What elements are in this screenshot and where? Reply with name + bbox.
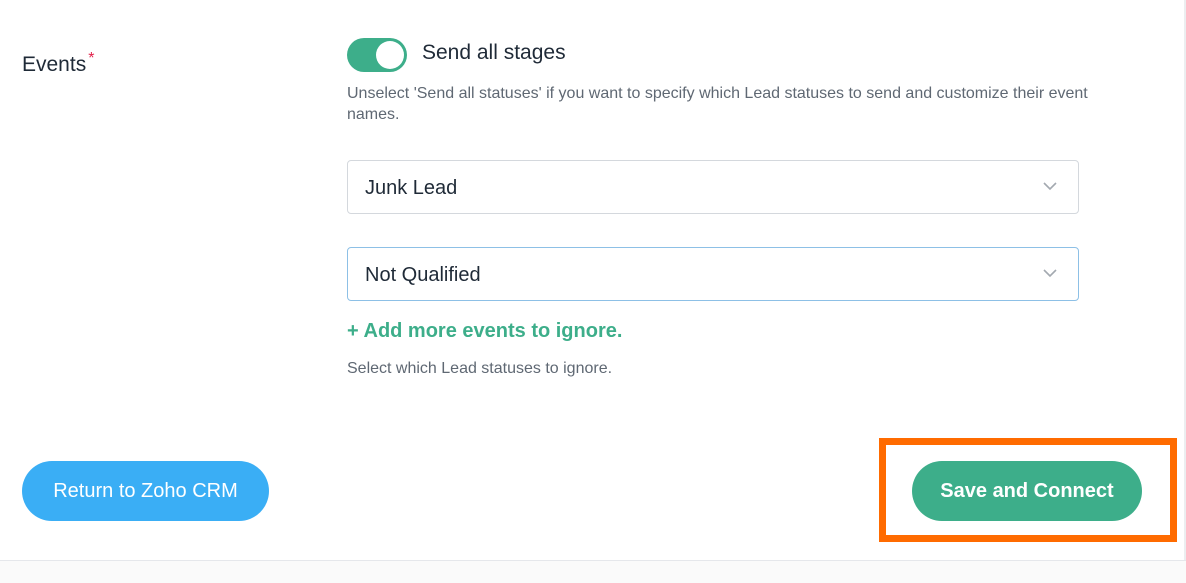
chevron-down-icon xyxy=(1043,269,1057,278)
send-all-help-text: Unselect 'Send all statuses' if you want… xyxy=(347,85,1088,123)
chevron-down-icon xyxy=(1043,182,1057,191)
add-more-events-link[interactable]: + Add more events to ignore. xyxy=(347,320,622,343)
page-bottom-divider xyxy=(0,560,1186,583)
required-marker: * xyxy=(88,50,95,67)
ignore-help-text: Select which Lead statuses to ignore. xyxy=(347,360,613,377)
select-value: Junk Lead xyxy=(365,177,458,199)
send-all-stages-label: Send all stages xyxy=(422,41,566,64)
events-field-label: Events * xyxy=(22,50,95,77)
return-to-zoho-crm-button[interactable]: Return to Zoho CRM xyxy=(22,461,269,521)
select-value: Not Qualified xyxy=(365,264,481,286)
events-label-text: Events xyxy=(22,53,87,76)
send-all-stages-toggle[interactable] xyxy=(347,38,407,72)
event-select-junk-lead[interactable]: Junk Lead xyxy=(347,160,1079,214)
event-select-not-qualified[interactable]: Not Qualified xyxy=(347,247,1079,301)
save-and-connect-button[interactable]: Save and Connect xyxy=(912,461,1142,521)
toggle-knob xyxy=(376,41,404,69)
